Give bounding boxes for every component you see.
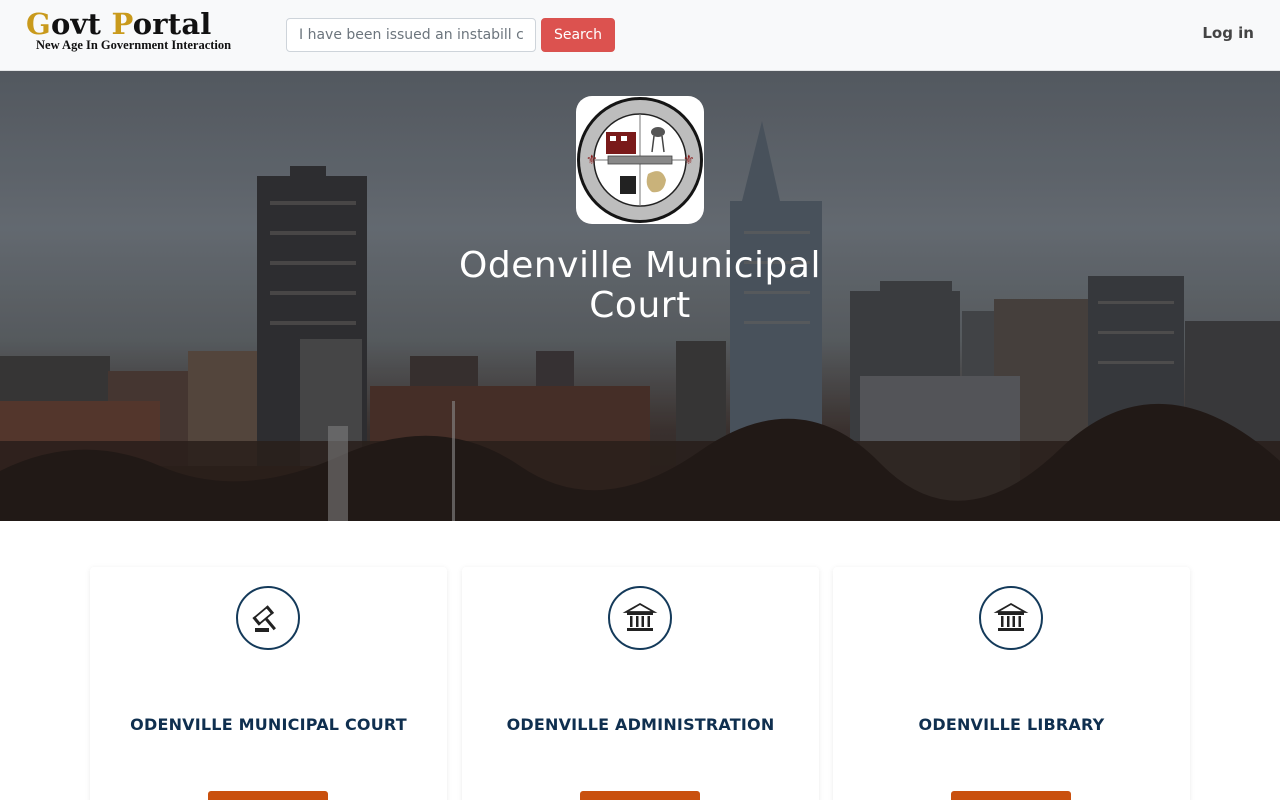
card-library[interactable]: ODENVILLE LIBRARY [833,567,1190,800]
login-link[interactable]: Log in [1202,24,1254,42]
card-administration[interactable]: ODENVILLE ADMINISTRATION [462,567,819,800]
card-button[interactable] [208,791,328,800]
search-button[interactable]: Search [541,18,615,52]
brand-logo[interactable]: Govt Portal New Age In Government Intera… [26,7,231,52]
hero-banner: ⚜ ⚜ Odenville Municipal Court [0,71,1280,521]
brand-title: Govt Portal [26,7,212,41]
page-title: Odenville Municipal Court [459,245,821,326]
government-building-icon [608,586,672,650]
svg-text:⚜: ⚜ [586,153,598,168]
city-seal-icon: ⚜ ⚜ [577,97,703,223]
card-title: ODENVILLE LIBRARY [918,715,1105,734]
card-municipal-court[interactable]: ODENVILLE MUNICIPAL COURT [90,567,447,800]
card-title: ODENVILLE ADMINISTRATION [506,715,775,734]
library-building-icon [979,586,1043,650]
search-input[interactable] [286,18,536,52]
card-title: ODENVILLE MUNICIPAL COURT [130,715,407,734]
card-button[interactable] [580,791,700,800]
top-navbar: Govt Portal New Age In Government Intera… [0,0,1280,71]
brand-tagline: New Age In Government Interaction [36,38,232,52]
card-button[interactable] [951,791,1071,800]
gavel-icon [236,586,300,650]
svg-text:⚜: ⚜ [683,153,695,168]
city-seal: ⚜ ⚜ [576,96,704,224]
